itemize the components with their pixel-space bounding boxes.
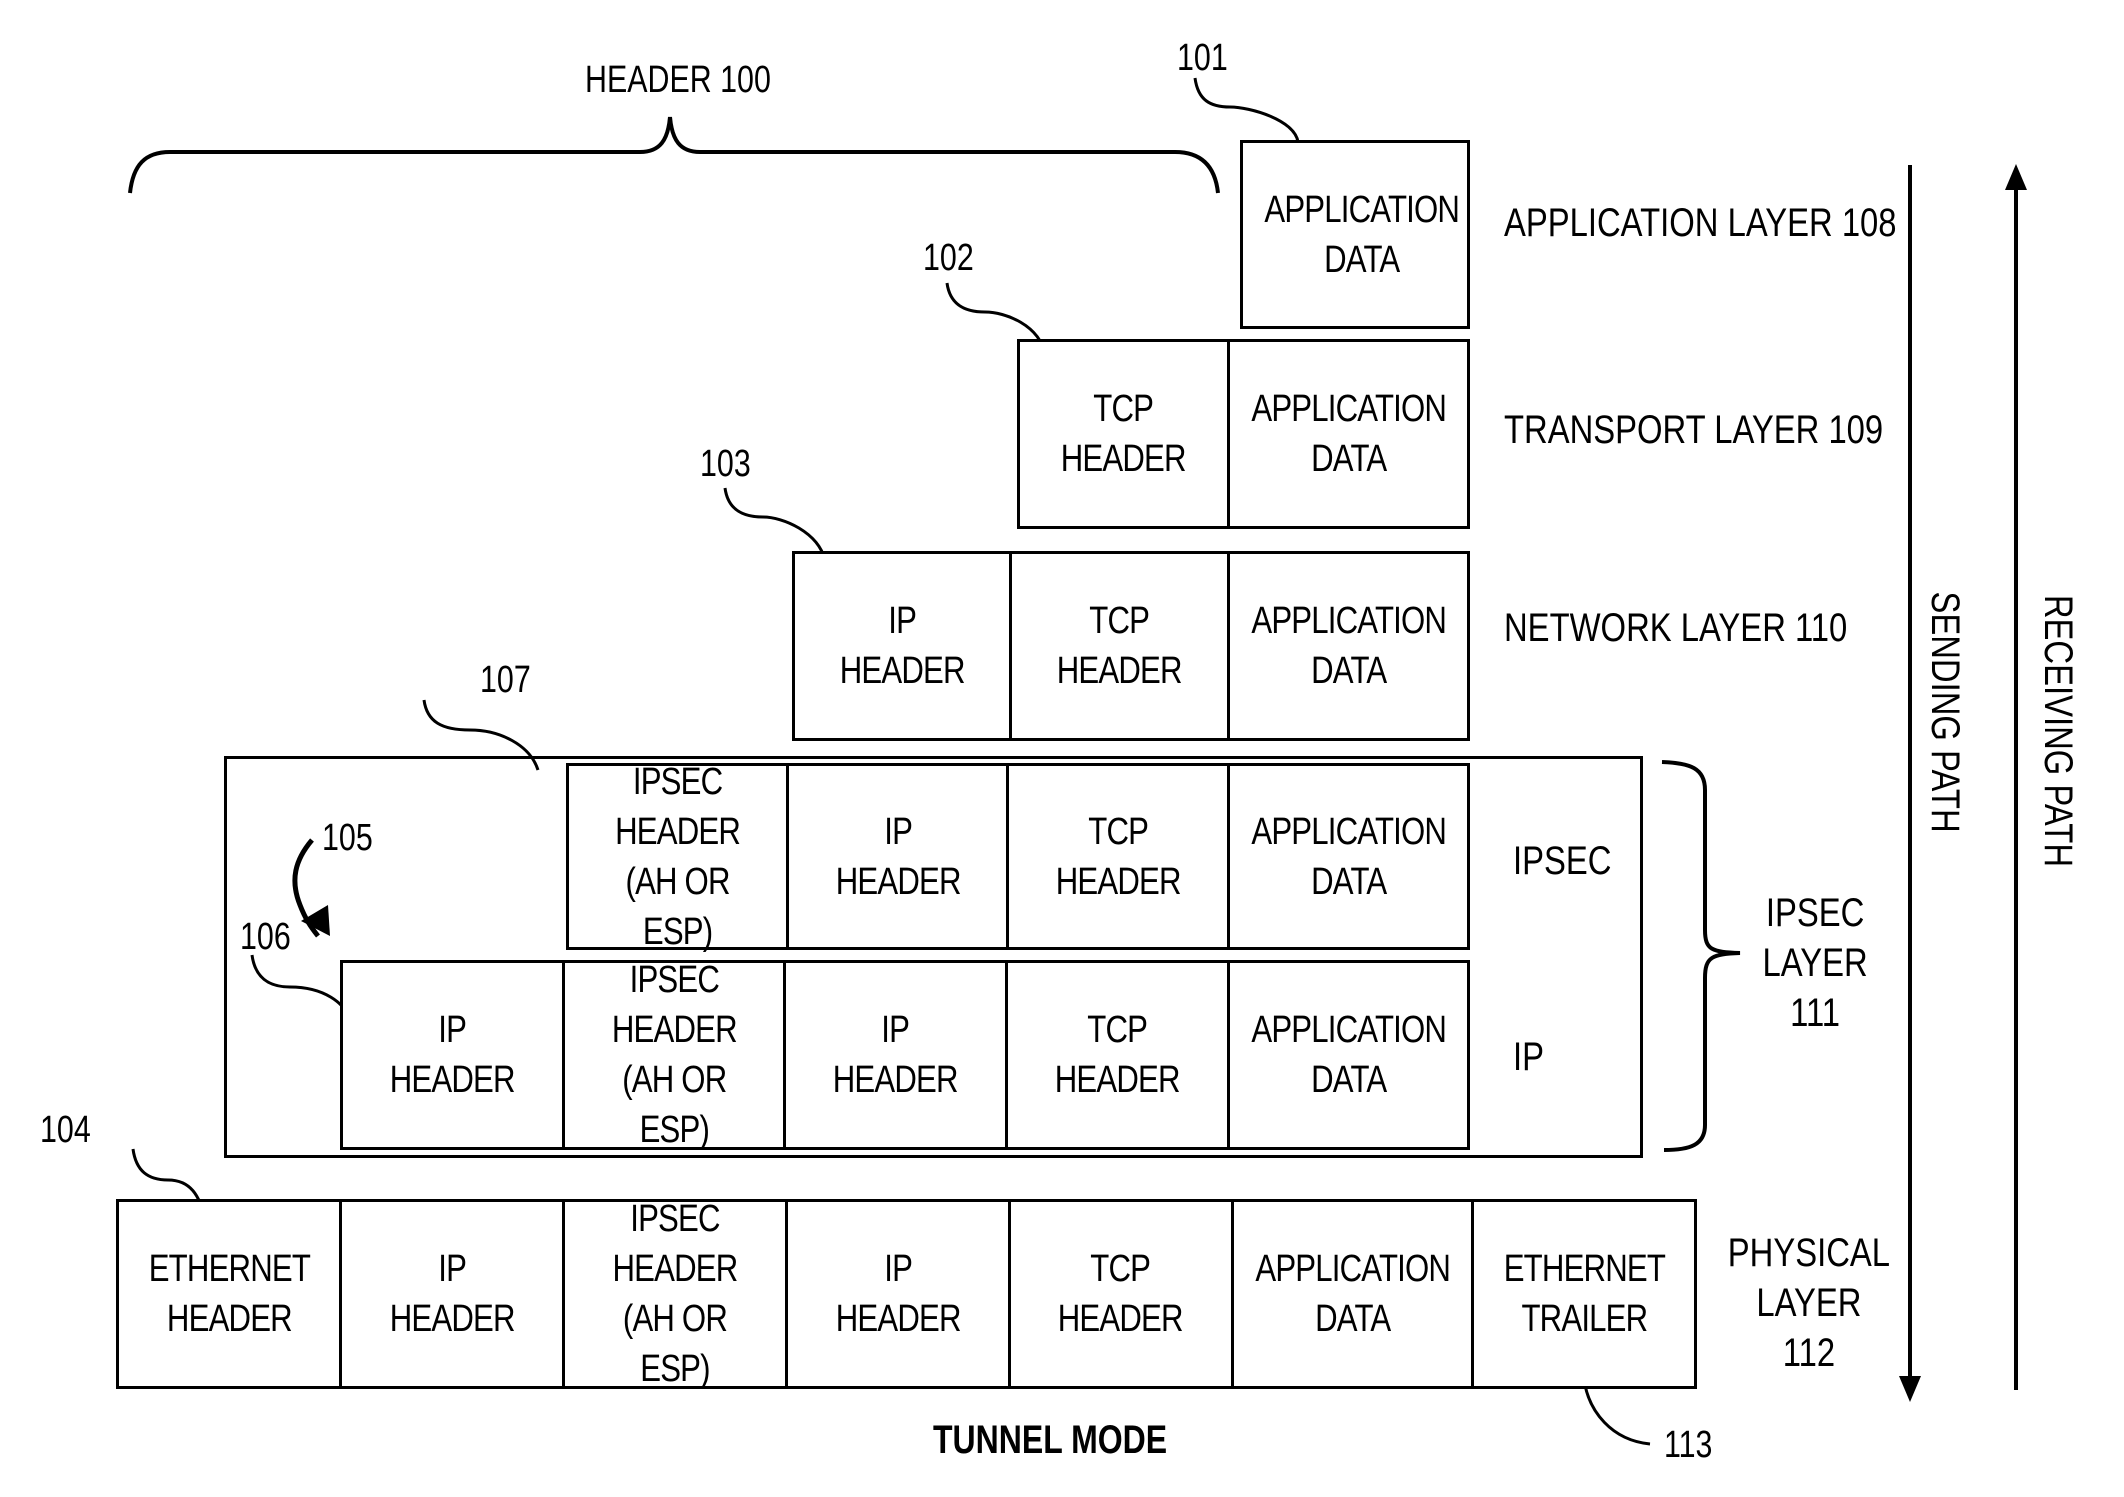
- ref-102: 102: [923, 237, 974, 279]
- application-layer-label: APPLICATION LAYER 108: [1504, 201, 1897, 245]
- cell-ip-header: IP HEADER: [784, 1202, 1008, 1386]
- application-layer-row: APPLICATION DATA: [1240, 140, 1470, 329]
- cell-ip-header: IP HEADER: [786, 766, 1006, 947]
- ref-107: 107: [480, 659, 531, 701]
- ipsec-layer-label: IPSEC LAYER 111: [1762, 891, 1868, 1035]
- network-layer-label: NETWORK LAYER 110: [1504, 606, 1848, 650]
- leader-103: [723, 487, 827, 561]
- diagram-canvas: HEADER 100 101 102 103 107 105 106 104 1…: [0, 0, 2124, 1497]
- ref-113: 113: [1664, 1424, 1713, 1466]
- transport-layer-label: TRANSPORT LAYER 109: [1504, 408, 1884, 452]
- cell-ip-header: IP HEADER: [389, 1009, 516, 1101]
- cell-application-data: APPLICATION DATA: [1226, 342, 1467, 526]
- receiving-path-label: RECEIVING PATH: [2036, 594, 2080, 868]
- ipsec-sublabel: IPSEC: [1513, 839, 1612, 883]
- transport-layer-row: TCP HEADER APPLICATION DATA: [1017, 339, 1470, 529]
- cell-application-data: APPLICATION DATA: [1226, 766, 1467, 947]
- cell-ipsec-header: IPSEC HEADER (AH OR ESP): [561, 959, 784, 1151]
- cell-application-data: APPLICATION DATA: [1230, 1202, 1471, 1386]
- cell-ethernet-trailer: ETHERNET TRAILER: [1471, 1202, 1694, 1386]
- cell-ipsec-header: IPSEC HEADER (AH OR ESP): [561, 1198, 785, 1390]
- sending-path-arrowhead: [1899, 1376, 1921, 1402]
- physical-layer-row: ETHERNET HEADER IP HEADER IPSEC HEADER (…: [116, 1198, 1697, 1390]
- cell-tcp-header: TCP HEADER: [1006, 766, 1226, 947]
- ip-sublabel: IP: [1513, 1035, 1544, 1079]
- cell-ipsec-header: IPSEC HEADER (AH OR ESP): [615, 760, 741, 953]
- header-100-label: HEADER 100: [585, 59, 771, 101]
- cell-tcp-header: TCP HEADER: [1009, 554, 1226, 738]
- cell-ip-header: IP HEADER: [783, 963, 1005, 1147]
- diagram-title: TUNNEL MODE: [933, 1418, 1168, 1462]
- cell-ethernet-header: ETHERNET HEADER: [148, 1248, 310, 1340]
- ipsec-layer-brace: [1661, 760, 1741, 1152]
- cell-tcp-header: TCP HEADER: [1004, 963, 1227, 1147]
- sending-path-label: SENDING PATH: [1923, 591, 1967, 833]
- cell-application-data: APPLICATION DATA: [1264, 188, 1460, 281]
- cell-application-data: APPLICATION DATA: [1226, 963, 1467, 1147]
- physical-layer-label: PHYSICAL LAYER 112: [1727, 1231, 1891, 1375]
- tunnel-ip-row: IP HEADER IPSEC HEADER (AH OR ESP) IP HE…: [340, 959, 1470, 1151]
- cell-ip-header: IP HEADER: [338, 1202, 562, 1386]
- receiving-path-arrowhead: [2005, 164, 2027, 190]
- leader-101: [1193, 77, 1300, 143]
- cell-tcp-header: TCP HEADER: [1007, 1202, 1231, 1386]
- network-layer-row: IP HEADER TCP HEADER APPLICATION DATA: [792, 551, 1470, 741]
- ref-101: 101: [1177, 37, 1228, 79]
- ref-104: 104: [40, 1109, 91, 1151]
- cell-ip-header: IP HEADER: [839, 600, 966, 692]
- ipsec-row: IPSEC HEADER (AH OR ESP) IP HEADER TCP H…: [566, 760, 1470, 953]
- ref-103: 103: [700, 443, 751, 485]
- header-brace: [128, 116, 1220, 194]
- cell-application-data: APPLICATION DATA: [1226, 554, 1467, 738]
- leader-113: [1583, 1384, 1651, 1446]
- cell-tcp-header: TCP HEADER: [1060, 388, 1187, 480]
